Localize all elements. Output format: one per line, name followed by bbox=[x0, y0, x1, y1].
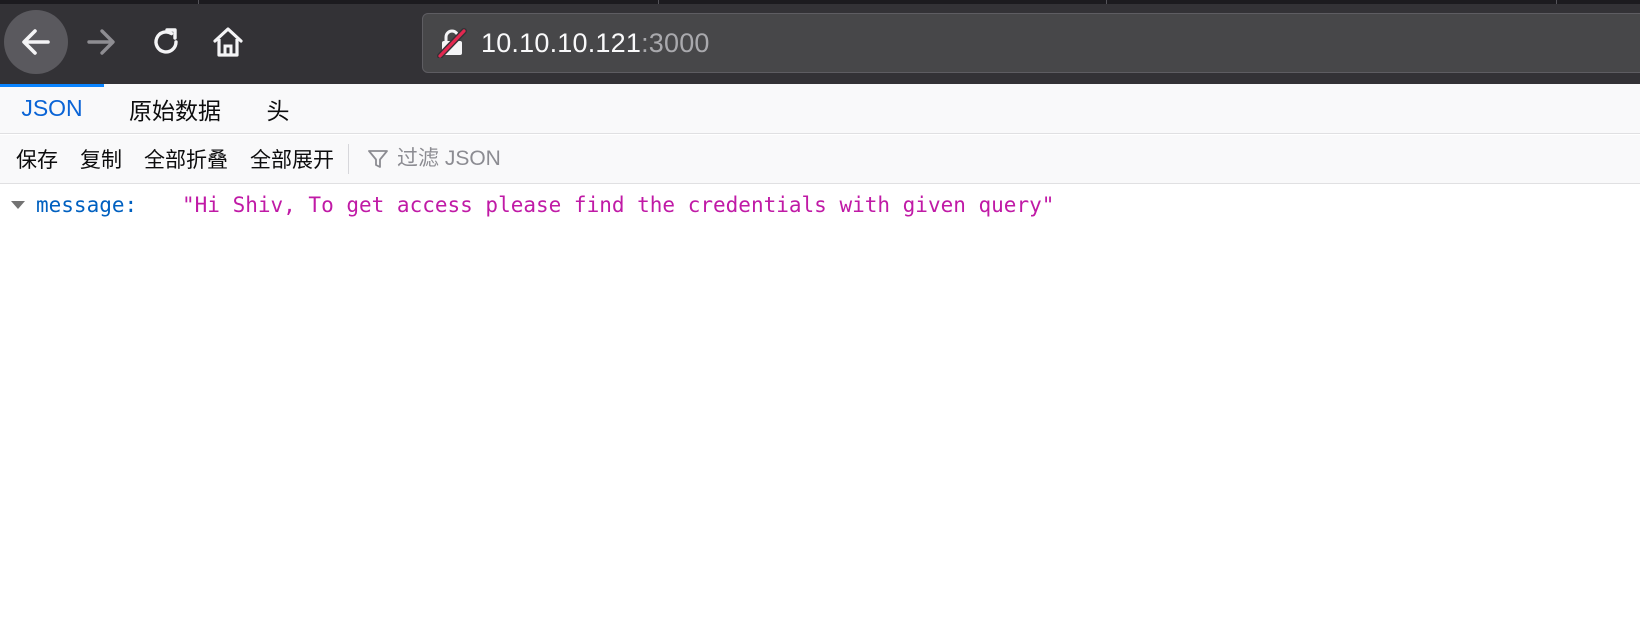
collapse-all-button[interactable]: 全部折叠 bbox=[133, 142, 239, 176]
home-icon bbox=[213, 27, 243, 57]
copy-button[interactable]: 复制 bbox=[69, 142, 133, 176]
browser-toolbar: 10.10.10.121:3000 bbox=[0, 0, 1640, 84]
tab-divider bbox=[1556, 0, 1557, 4]
filter-json-input[interactable] bbox=[397, 147, 757, 171]
tab-strip-edge bbox=[0, 0, 1640, 4]
back-button[interactable] bbox=[4, 10, 68, 74]
tab-divider bbox=[198, 0, 199, 4]
json-row[interactable]: message: "Hi Shiv, To get access please … bbox=[0, 190, 1640, 220]
json-tree: message: "Hi Shiv, To get access please … bbox=[0, 185, 1640, 636]
collapse-twisty-icon[interactable] bbox=[9, 196, 27, 214]
url-host-text[interactable]: 10.10.10.121 bbox=[481, 28, 641, 59]
toolbar-divider bbox=[348, 144, 349, 174]
tab-json[interactable]: JSON bbox=[0, 84, 104, 133]
back-arrow-icon bbox=[22, 29, 50, 55]
expand-all-button[interactable]: 全部展开 bbox=[239, 142, 345, 176]
forward-button[interactable] bbox=[82, 22, 122, 62]
tab-headers[interactable]: 头 bbox=[246, 84, 310, 133]
address-bar[interactable]: 10.10.10.121:3000 bbox=[422, 13, 1640, 73]
json-toolbar: 保存 复制 全部折叠 全部展开 bbox=[0, 135, 1640, 184]
forward-arrow-icon bbox=[87, 29, 115, 55]
insecure-lock-icon[interactable] bbox=[437, 28, 467, 58]
tab-divider bbox=[658, 0, 659, 4]
filter-box bbox=[355, 141, 775, 177]
filter-icon bbox=[365, 146, 391, 172]
reload-icon bbox=[154, 28, 178, 54]
url-port-text[interactable]: :3000 bbox=[641, 28, 710, 59]
home-button[interactable] bbox=[208, 22, 248, 62]
reload-button[interactable] bbox=[146, 22, 186, 62]
json-key: message: bbox=[36, 193, 138, 217]
json-viewer-tabs: JSON 原始数据 头 bbox=[0, 84, 1640, 134]
save-button[interactable]: 保存 bbox=[0, 142, 69, 176]
tab-raw-data[interactable]: 原始数据 bbox=[104, 84, 246, 133]
json-string-value: "Hi Shiv, To get access please find the … bbox=[182, 193, 1055, 217]
tab-divider bbox=[1106, 0, 1107, 4]
